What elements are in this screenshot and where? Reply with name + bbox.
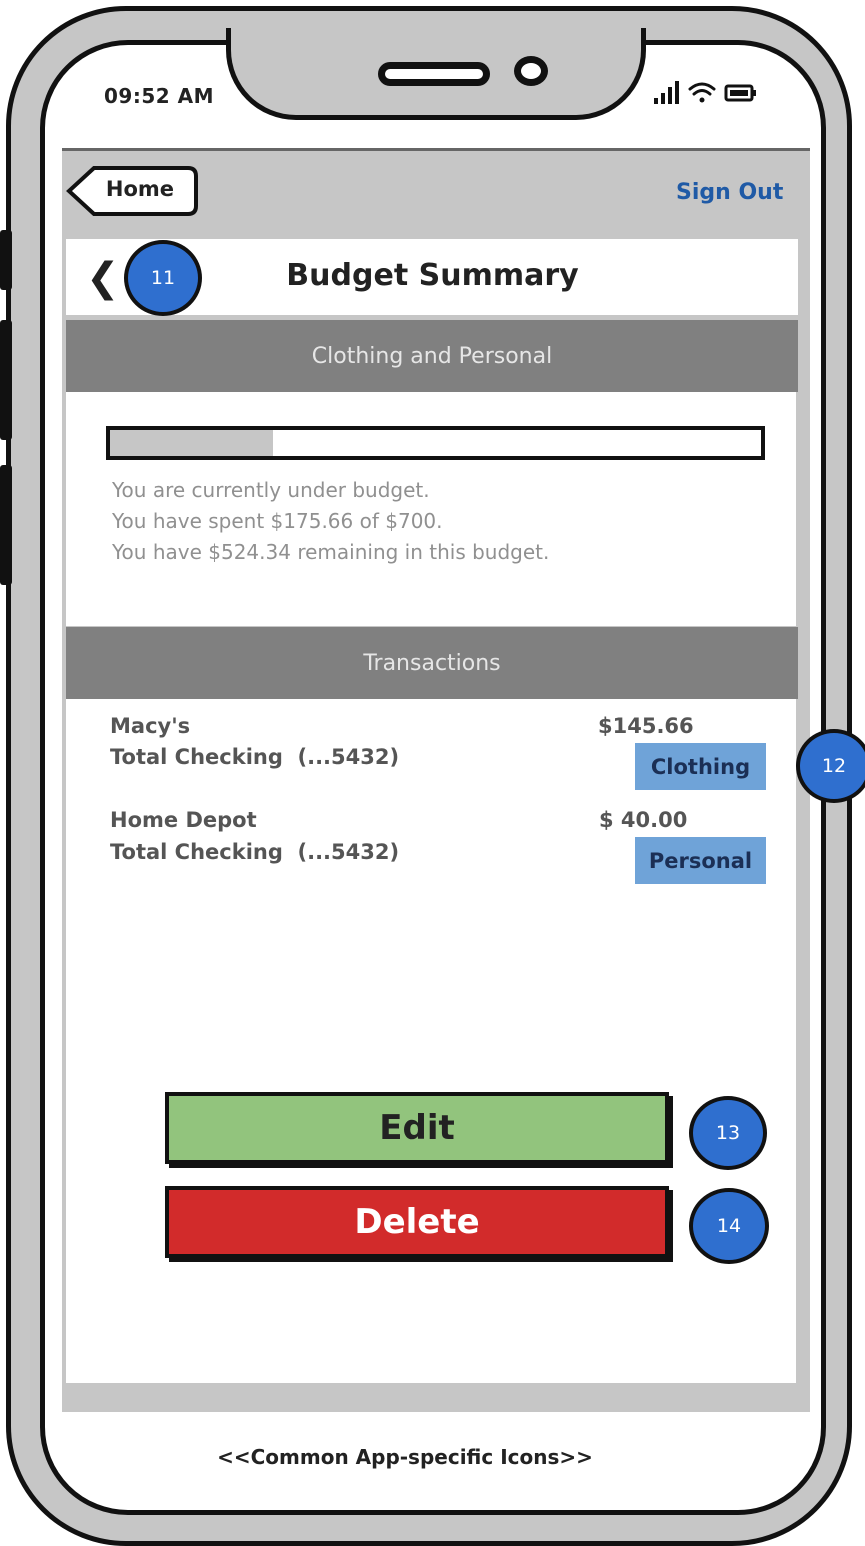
transaction-amount: $145.66 bbox=[598, 714, 694, 738]
footer-icons-placeholder: <<Common App-specific Icons>> bbox=[217, 1445, 593, 1469]
speaker bbox=[378, 62, 490, 86]
home-button-label: Home bbox=[105, 177, 175, 201]
status-time: 09:52 AM bbox=[104, 84, 215, 108]
transaction-amount: $ 40.00 bbox=[599, 808, 688, 832]
signal-icon bbox=[654, 81, 679, 104]
battery-icon bbox=[724, 84, 756, 102]
annotation-badge: 14 bbox=[689, 1188, 769, 1264]
home-button[interactable]: Home bbox=[66, 166, 198, 216]
transaction-account: Total Checking (...5432) bbox=[110, 840, 400, 864]
volume-down-button bbox=[0, 465, 12, 585]
annotation-badge: 11 bbox=[124, 240, 202, 316]
edit-button[interactable]: Edit bbox=[165, 1092, 669, 1164]
budget-progress-fill bbox=[110, 430, 274, 456]
category-tag-clothing[interactable]: Clothing bbox=[635, 743, 766, 790]
budget-spent-line: You have spent $175.66 of $700. bbox=[112, 509, 443, 533]
sign-out-link[interactable]: Sign Out bbox=[676, 180, 783, 205]
status-icons bbox=[654, 81, 756, 104]
transaction-account: Total Checking (...5432) bbox=[110, 745, 400, 769]
transactions-header: Transactions bbox=[66, 627, 798, 699]
annotation-badge: 12 bbox=[796, 729, 865, 803]
budget-category-header: Clothing and Personal bbox=[66, 320, 798, 392]
category-tag-personal[interactable]: Personal bbox=[635, 837, 766, 884]
transaction-merchant: Macy's bbox=[110, 714, 191, 738]
budget-remaining-line: You have $524.34 remaining in this budge… bbox=[112, 540, 550, 564]
wifi-icon bbox=[688, 82, 716, 103]
transactions-panel bbox=[66, 699, 796, 1383]
transaction-merchant: Home Depot bbox=[110, 808, 257, 832]
volume-up-button bbox=[0, 320, 12, 440]
annotation-badge: 13 bbox=[689, 1096, 767, 1170]
camera bbox=[514, 56, 548, 86]
delete-button[interactable]: Delete bbox=[165, 1186, 669, 1258]
budget-progress-bar bbox=[106, 426, 765, 460]
budget-status-line: You are currently under budget. bbox=[112, 478, 430, 502]
